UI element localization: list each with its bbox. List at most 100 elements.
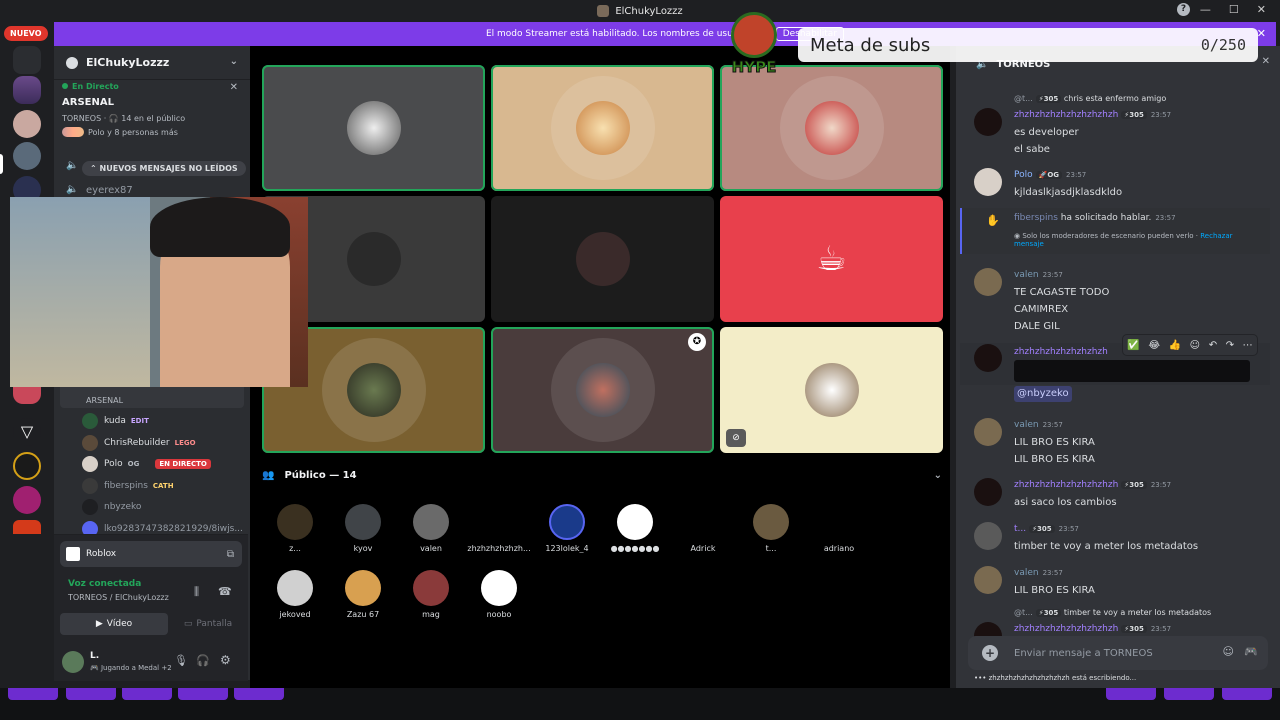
- server-icon-active[interactable]: [13, 142, 41, 170]
- audience-header[interactable]: 👥 Público — 14 ⌄: [262, 466, 942, 484]
- reject-link[interactable]: Rechazar: [1200, 232, 1232, 240]
- reply-icon[interactable]: ↶: [1209, 340, 1217, 351]
- avatar[interactable]: [974, 478, 1002, 506]
- speaker-tile[interactable]: ☕: [720, 196, 943, 322]
- close-chat-icon[interactable]: ✕: [1262, 56, 1270, 67]
- add-attachment-icon[interactable]: +: [982, 645, 998, 661]
- reject-link-cont[interactable]: mensaje: [1014, 240, 1044, 248]
- audience-member[interactable]: t...: [736, 504, 806, 553]
- screen-button[interactable]: ▭ Pantalla: [172, 613, 244, 635]
- message-author[interactable]: zhzhzhzhzhzhzhzhzhzh: [1014, 110, 1118, 120]
- minimize-icon[interactable]: —: [1200, 3, 1211, 16]
- message-author[interactable]: Polo: [1014, 170, 1033, 180]
- emoji-icon[interactable]: ☺: [1223, 645, 1234, 658]
- server-icon[interactable]: [13, 46, 41, 74]
- voice-user[interactable]: nbyzeko: [82, 498, 141, 516]
- avatar: [277, 504, 313, 540]
- speaker-tile[interactable]: ✪: [491, 327, 714, 453]
- message-time: 23:57: [1150, 111, 1172, 119]
- people-icon: 👥: [262, 469, 275, 481]
- noise-suppression-icon[interactable]: ⫼: [194, 585, 199, 599]
- audience-member[interactable]: adriano: [804, 504, 874, 553]
- speaker-tile[interactable]: [491, 196, 714, 322]
- forward-icon[interactable]: ↷: [1226, 340, 1234, 351]
- message-author[interactable]: valen: [1014, 420, 1039, 430]
- avatar[interactable]: [62, 651, 84, 673]
- message-author[interactable]: valen: [1014, 270, 1039, 280]
- headphones-icon[interactable]: 🎧: [196, 654, 210, 667]
- server-icon[interactable]: [13, 486, 41, 514]
- voice-user[interactable]: kuda EDIT: [82, 412, 149, 430]
- overlay-tab: [66, 688, 116, 700]
- thumbs-reaction-icon[interactable]: 👍: [1169, 340, 1181, 351]
- message-input[interactable]: + Enviar mensaje a TORNEOS ☺ 🎮: [968, 636, 1268, 670]
- server-icon[interactable]: [13, 76, 41, 104]
- audience-member[interactable]: noobo: [464, 570, 534, 619]
- add-reaction-icon[interactable]: ☺: [1190, 340, 1200, 351]
- help-icon[interactable]: ?: [1177, 3, 1190, 16]
- image-attachment[interactable]: [1014, 360, 1250, 382]
- new-messages-pill[interactable]: ⌃ NUEVOS MENSAJES NO LEÍDOS: [82, 161, 246, 176]
- laugh-reaction-icon[interactable]: 😂: [1148, 340, 1160, 351]
- voice-channel-name[interactable]: eyerex87: [86, 185, 133, 196]
- speaker-tile[interactable]: [491, 65, 714, 191]
- hand-raise-icon: ✋: [986, 214, 1000, 227]
- audience-member[interactable]: kyov: [328, 504, 398, 553]
- message-author[interactable]: zhzhzhzhzhzhzhzhzhzh: [1014, 480, 1118, 490]
- user-mention[interactable]: @nbyzeko: [1014, 386, 1072, 402]
- audience-member[interactable]: mag: [396, 570, 466, 619]
- audience-member[interactable]: zhzhzhzhzhzh...: [464, 504, 534, 553]
- audience-member[interactable]: z...: [260, 504, 330, 553]
- chevron-down-icon[interactable]: ⌄: [934, 470, 942, 481]
- voice-user[interactable]: ChrisRebuilder LEGO: [82, 434, 196, 452]
- live-stage-card[interactable]: En Directo ✕ ARSENAL TORNEOS · 🎧 14 en e…: [62, 82, 242, 154]
- typing-text: zhzhzhzhzhzhzhzhzhzh está escribiendo...: [988, 674, 1137, 682]
- screen-share-icon[interactable]: ⧉: [227, 549, 234, 560]
- avatar[interactable]: [974, 522, 1002, 550]
- voice-user[interactable]: fiberspins CATH: [82, 477, 174, 495]
- maximize-icon[interactable]: ☐: [1229, 3, 1239, 16]
- voice-user[interactable]: Polo OG EN DIRECTO: [82, 455, 211, 473]
- activity-card[interactable]: Roblox ⧉: [60, 541, 242, 567]
- message-author[interactable]: t...: [1014, 524, 1026, 534]
- check-reaction-icon[interactable]: ✅: [1127, 340, 1139, 351]
- voice-channel-path[interactable]: TORNEOS / ElChukyLozzz: [68, 593, 169, 602]
- audience-member[interactable]: valen: [396, 504, 466, 553]
- audience-member[interactable]: jekoved: [260, 570, 330, 619]
- avatar[interactable]: [974, 168, 1002, 196]
- close-window-icon[interactable]: ✕: [1257, 3, 1266, 16]
- disconnect-icon[interactable]: ☎: [218, 585, 232, 598]
- user-status-text: Jugando a Medal: [100, 664, 160, 672]
- gear-icon[interactable]: ⚙: [220, 653, 231, 667]
- close-card-icon[interactable]: ✕: [230, 82, 238, 93]
- more-icon[interactable]: ⋯: [1243, 340, 1253, 351]
- gamepad-icon[interactable]: 🎮: [1244, 645, 1258, 658]
- speaker-tile[interactable]: [262, 65, 485, 191]
- avatar[interactable]: [974, 566, 1002, 594]
- audience-member[interactable]: Adrick: [668, 504, 738, 553]
- avatar[interactable]: [974, 344, 1002, 372]
- speaker-tile[interactable]: ⊘: [720, 327, 943, 453]
- server-header[interactable]: ElChukyLozzz ⌄: [54, 46, 250, 80]
- speaker-tile[interactable]: [720, 65, 943, 191]
- chevron-down-icon[interactable]: ⌄: [230, 56, 238, 67]
- message-author[interactable]: zhzhzhzhzhzhzhzhzh: [1014, 347, 1108, 357]
- audience-member[interactable]: ●●●●●●●: [600, 504, 670, 553]
- video-button[interactable]: ▶ Vídeo: [60, 613, 168, 635]
- message-author[interactable]: zhzhzhzhzhzhzhzhzhzh: [1014, 624, 1118, 634]
- avatar[interactable]: [974, 268, 1002, 296]
- server-icon[interactable]: [13, 520, 41, 534]
- microphone-icon[interactable]: 🎙: [174, 654, 188, 667]
- server-icon[interactable]: [13, 452, 41, 480]
- message-author[interactable]: fiberspins: [1014, 213, 1058, 223]
- valorant-server-icon[interactable]: ▽: [13, 418, 41, 446]
- close-banner-icon[interactable]: ✕: [1257, 27, 1266, 40]
- avatar[interactable]: [974, 108, 1002, 136]
- server-icon[interactable]: [13, 110, 41, 138]
- avatar[interactable]: [974, 418, 1002, 446]
- reply-preview[interactable]: @t... ⚡305 timber te voy a meter los meta…: [1014, 608, 1211, 617]
- audience-member[interactable]: Zazu 67: [328, 570, 398, 619]
- audience-member[interactable]: 123lolek_4: [532, 504, 602, 553]
- reply-preview[interactable]: @t... ⚡305 chris esta enfermo amigo: [1014, 94, 1166, 103]
- message-author[interactable]: valen: [1014, 568, 1039, 578]
